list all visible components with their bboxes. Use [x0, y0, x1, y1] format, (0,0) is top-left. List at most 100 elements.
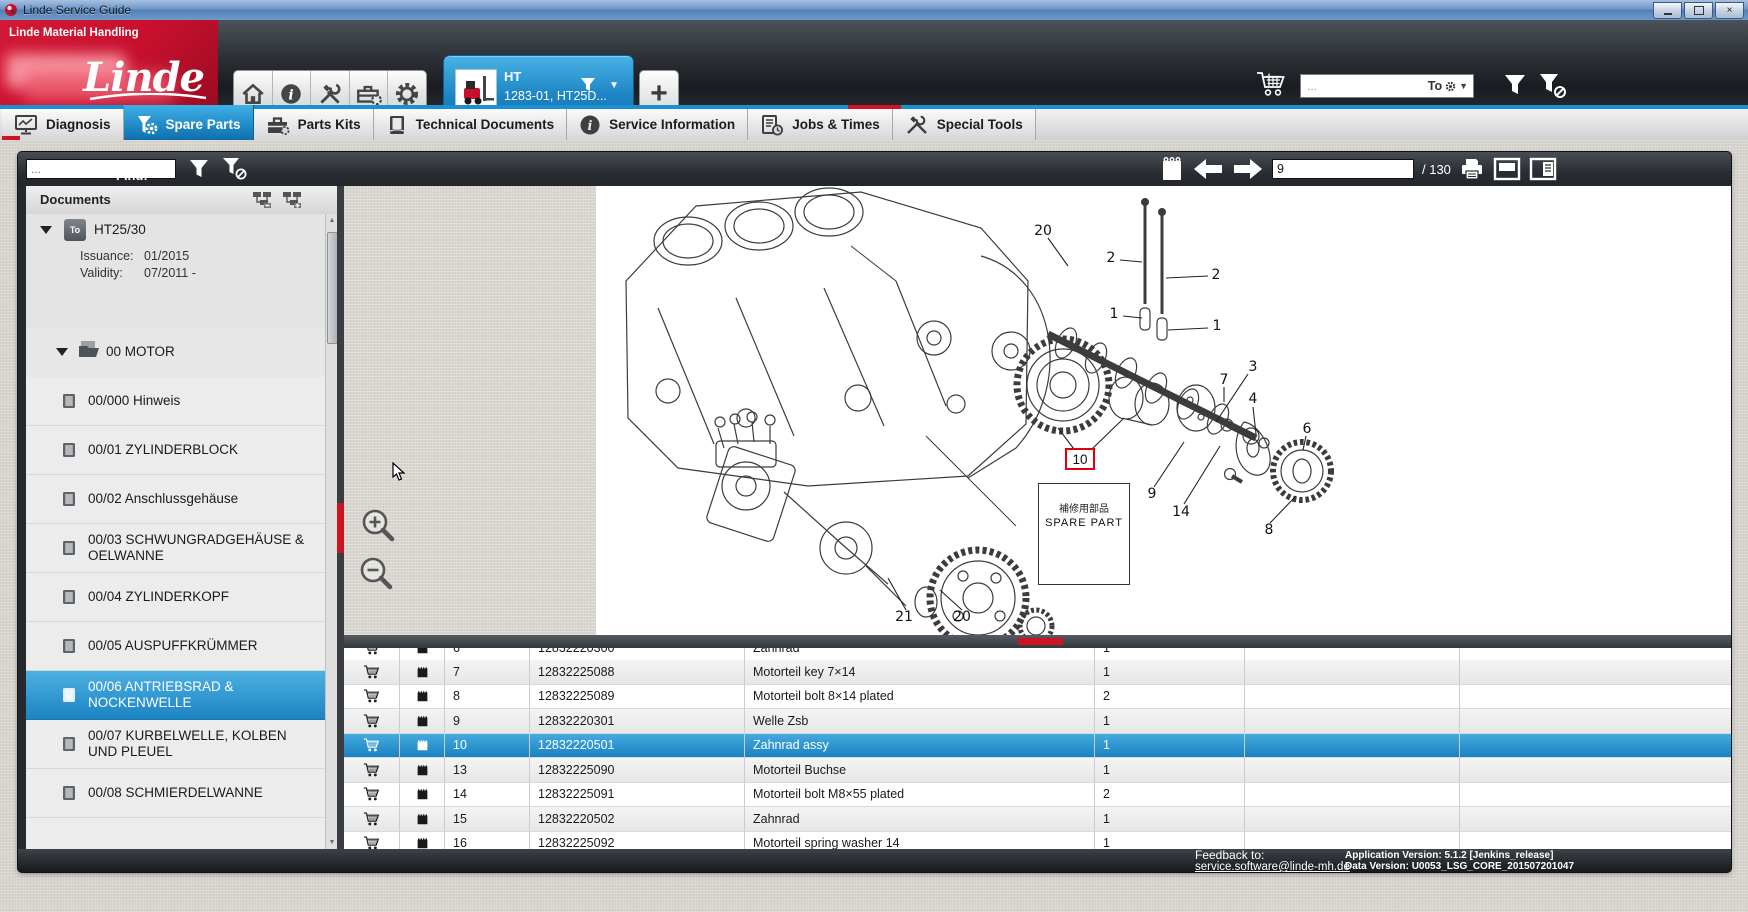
- tab-diagnosis[interactable]: Diagnosis: [2, 109, 124, 140]
- table-row[interactable]: 612832220300Zahnrad1: [344, 648, 1731, 660]
- parts-kit-icon[interactable]: [400, 783, 445, 808]
- vehicle-tab-caret[interactable]: ▼: [609, 80, 619, 91]
- previous-page-icon[interactable]: [1192, 157, 1224, 181]
- add-to-cart-icon[interactable]: [344, 685, 400, 710]
- collapse-arrow-icon[interactable]: [56, 348, 68, 356]
- tree-folder-motor[interactable]: 00 MOTOR: [26, 328, 325, 378]
- single-view-icon[interactable]: [1493, 157, 1521, 181]
- scrollbar-thumb[interactable]: [327, 232, 337, 344]
- table-row[interactable]: 912832220301Welle Zsb1: [344, 709, 1731, 734]
- scroll-up-icon[interactable]: ▲: [326, 214, 337, 227]
- find-input[interactable]: [26, 159, 176, 179]
- horizontal-splitter[interactable]: [344, 635, 1731, 648]
- tab-special-tools[interactable]: Special Tools: [893, 109, 1036, 140]
- tree-root-item[interactable]: To HT25/30 Issuance:01/2015 Validity:07/…: [26, 214, 325, 329]
- parts-kit-icon[interactable]: [400, 734, 445, 759]
- parts-kit-icon[interactable]: [400, 660, 445, 685]
- cell-description: Motorteil key 7×14: [745, 660, 1095, 685]
- table-row[interactable]: 1012832220501Zahnrad assy1: [344, 734, 1731, 759]
- parts-kit-icon[interactable]: [400, 758, 445, 783]
- tree-item[interactable]: 00/08 SCHMIERDELWANNE: [26, 769, 325, 818]
- tree-item[interactable]: 00/01 ZYLINDERBLOCK: [26, 426, 325, 475]
- document-icon: [62, 638, 76, 654]
- zoom-out-button[interactable]: [359, 556, 395, 592]
- window-titlebar[interactable]: Linde Service Guide ×: [0, 0, 1748, 21]
- parts-kit-icon[interactable]: [400, 832, 445, 850]
- document-icon: [62, 785, 76, 801]
- table-row[interactable]: 1512832220502Zahnrad1: [344, 807, 1731, 832]
- vehicle-filter-icon[interactable]: [579, 76, 597, 94]
- cell-quantity: 1: [1095, 807, 1245, 832]
- tab-parts-kits[interactable]: Parts Kits: [254, 109, 374, 140]
- print-icon[interactable]: [1459, 157, 1485, 181]
- tree-collapse-icon[interactable]: [251, 190, 273, 210]
- tree-item[interactable]: 00/06 ANTRIEBSRAD & NOCKENWELLE: [26, 671, 325, 720]
- find-filter-icon[interactable]: [188, 158, 210, 180]
- tab-label: Parts Kits: [298, 117, 361, 132]
- tree-item[interactable]: 00/04 ZYLINDERKOPF: [26, 573, 325, 622]
- diagram-viewport[interactable]: 20221137469148132120 10 補修用部品 SPARE PART: [344, 186, 1731, 635]
- table-row[interactable]: 712832225088Motorteil key 7×141: [344, 660, 1731, 685]
- filter-clear-icon[interactable]: [1538, 72, 1568, 100]
- callout-label: 20: [953, 609, 971, 625]
- split-view-icon[interactable]: [1529, 157, 1557, 181]
- cell-description: Zahnrad assy: [745, 734, 1095, 759]
- tab-jobs-times[interactable]: Jobs & Times: [748, 109, 893, 140]
- parts-kit-icon[interactable]: [400, 807, 445, 832]
- callout-label: 9: [1148, 486, 1157, 502]
- add-to-cart-icon[interactable]: [344, 807, 400, 832]
- find-filter-clear-icon[interactable]: [222, 157, 248, 181]
- parts-kit-icon[interactable]: [400, 709, 445, 734]
- search-gear-icon: [1445, 81, 1456, 92]
- documents-sidebar: Documents To HT25/30 Issuance:01/2015 Va…: [26, 186, 337, 849]
- table-row[interactable]: 1412832225091Motorteil bolt M8×55 plated…: [344, 783, 1731, 808]
- window-title: Linde Service Guide: [23, 3, 131, 17]
- tree-item-label: 00/08 SCHMIERDELWANNE: [88, 777, 263, 809]
- tree-item[interactable]: 00/000 Hinweis: [26, 377, 325, 426]
- add-to-cart-icon[interactable]: [344, 648, 400, 660]
- minimize-button[interactable]: [1653, 2, 1682, 19]
- tree-item[interactable]: 00/03 SCHWUNGRADGEHÄUSE & OELWANNE: [26, 524, 325, 573]
- tree-item[interactable]: 00/07 KURBELWELLE, KOLBEN UND PLEUEL: [26, 720, 325, 769]
- table-row[interactable]: 1612832225092Motorteil spring washer 141: [344, 832, 1731, 850]
- add-to-cart-icon[interactable]: [344, 783, 400, 808]
- scroll-down-icon[interactable]: ▼: [326, 836, 337, 849]
- parts-kit-icon[interactable]: [400, 648, 445, 660]
- page-number-input[interactable]: [1272, 159, 1414, 179]
- maximize-button[interactable]: [1684, 2, 1713, 19]
- sidebar-scrollbar[interactable]: ▲ ▼: [325, 214, 337, 849]
- add-to-cart-icon[interactable]: [344, 709, 400, 734]
- tree-item[interactable]: 00/05 AUSPUFFKRÜMMER: [26, 622, 325, 671]
- next-page-icon[interactable]: [1232, 157, 1264, 181]
- cart-icon[interactable]: [1255, 70, 1287, 98]
- tab-service-information[interactable]: i Service Information: [567, 109, 748, 140]
- add-to-cart-icon[interactable]: [344, 758, 400, 783]
- data-version: Data Version: U0053_LSG_CORE_20150720104…: [1345, 862, 1574, 873]
- callout-label: 6: [1303, 421, 1312, 437]
- page-notes-icon[interactable]: [1160, 156, 1184, 182]
- sidebar-divider[interactable]: [337, 186, 344, 849]
- tab-technical-documents[interactable]: Technical Documents: [374, 109, 568, 140]
- parts-kit-icon[interactable]: [400, 685, 445, 710]
- collapse-arrow-icon[interactable]: [40, 226, 52, 234]
- cell-position: 15: [445, 807, 530, 832]
- global-search-box[interactable]: ... To ▼: [1300, 74, 1474, 98]
- sidebar-header: Documents: [26, 186, 337, 215]
- tab-spare-parts[interactable]: Spare Parts: [124, 105, 254, 140]
- highlighted-callout[interactable]: 10: [1065, 448, 1095, 470]
- close-button[interactable]: ×: [1715, 2, 1744, 19]
- zoom-in-button[interactable]: [361, 508, 397, 544]
- diagram-page[interactable]: 20221137469148132120 10 補修用部品 SPARE PART: [596, 186, 1731, 635]
- filter-icon[interactable]: [1502, 72, 1528, 98]
- tree-item[interactable]: 00/02 Anschlussgehäuse: [26, 475, 325, 524]
- table-row[interactable]: 1312832225090Motorteil Buchse1: [344, 758, 1731, 783]
- tree-expand-icon[interactable]: [281, 190, 303, 210]
- add-to-cart-icon[interactable]: [344, 734, 400, 759]
- add-to-cart-icon[interactable]: [344, 660, 400, 685]
- table-row[interactable]: 812832225089Motorteil bolt 8×14 plated2: [344, 685, 1731, 710]
- cell-part-number: 12832225092: [530, 832, 745, 850]
- feedback-email-link[interactable]: service.software@linde-mh.de: [1195, 861, 1350, 873]
- add-to-cart-icon[interactable]: [344, 832, 400, 850]
- settings-gear-icon: [393, 80, 421, 108]
- search-type-selector[interactable]: To ▼: [1428, 79, 1473, 93]
